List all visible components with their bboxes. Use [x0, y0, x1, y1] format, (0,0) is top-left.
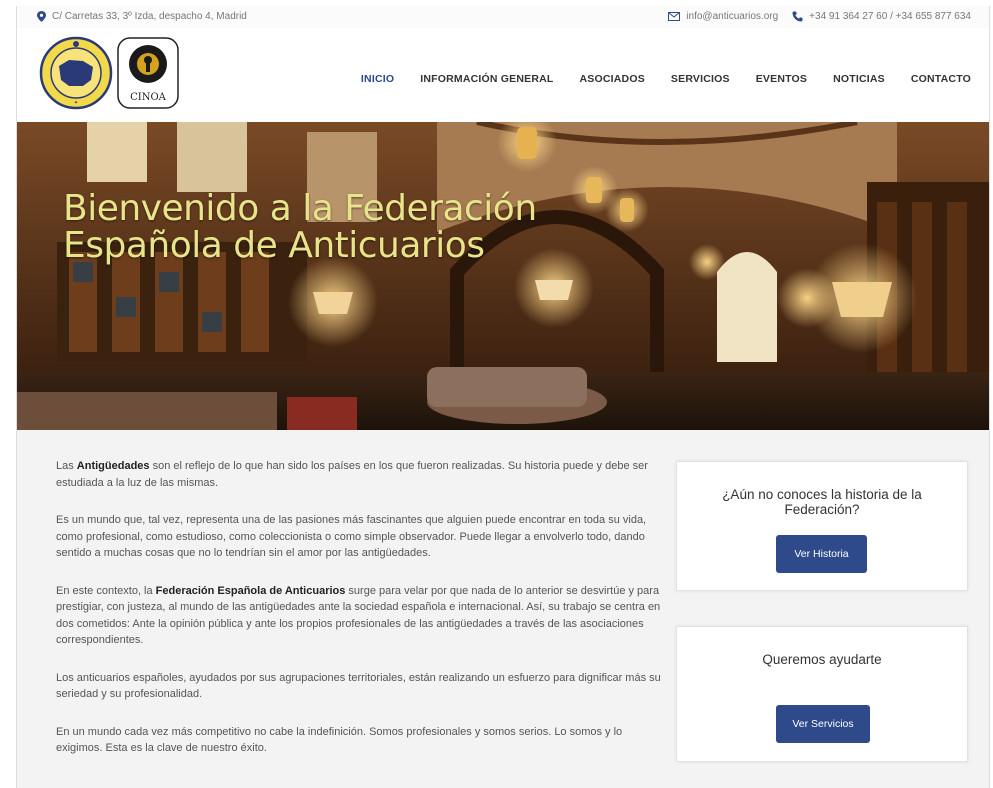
help-card: Queremos ayudarte Ver Servicios [676, 626, 968, 762]
paragraph-4: Los anticuarios españoles, ayudados por … [56, 671, 661, 701]
hero-banner: Bienvenido a la Federación Española de A… [17, 122, 989, 430]
nav-item-informacion-general[interactable]: INFORMACIÓN GENERAL [420, 73, 553, 85]
main-nav: INICIO INFORMACIÓN GENERAL ASOCIADOS SER… [361, 73, 971, 85]
nav-item-contacto[interactable]: CONTACTO [911, 73, 971, 85]
envelope-icon [668, 12, 681, 21]
paragraph-2: Es un mundo que, tal vez, representa una… [56, 514, 647, 559]
address-info: C/ Carretas 33, 3º Izda, despacho 4, Mad… [37, 11, 247, 22]
email-link[interactable]: info@anticuarios.org [686, 11, 778, 22]
svg-text:✦: ✦ [74, 100, 78, 106]
hero-title: Bienvenido a la Federación Española de A… [63, 188, 537, 266]
ver-historia-button[interactable]: Ver Historia [776, 535, 867, 573]
phone-icon [792, 11, 803, 22]
page-frame: C/ Carretas 33, 3º Izda, despacho 4, Mad… [16, 6, 990, 788]
top-bar: C/ Carretas 33, 3º Izda, despacho 4, Mad… [17, 6, 989, 28]
contact-info: info@anticuarios.org +34 91 364 27 60 / … [668, 11, 971, 22]
nav-item-servicios[interactable]: SERVICIOS [671, 73, 730, 85]
help-card-title: Queremos ayudarte [762, 652, 882, 667]
antiguedades-bold: Antigüedades [76, 460, 150, 472]
address-text: C/ Carretas 33, 3º Izda, despacho 4, Mad… [52, 11, 247, 22]
phone-text[interactable]: +34 91 364 27 60 / +34 655 877 634 [809, 11, 971, 22]
paragraph-1: Las Antigüedades son el reflejo de lo qu… [56, 460, 648, 489]
federation-seal-logo[interactable]: ✦ [39, 36, 113, 110]
ver-servicios-button[interactable]: Ver Servicios [776, 705, 870, 743]
cinoa-logo[interactable]: CINOA [117, 37, 179, 109]
library-hall-image [17, 122, 989, 430]
paragraph-5: En un mundo cada vez más competitivo no … [56, 725, 623, 755]
cinoa-logo-text: CINOA [130, 92, 167, 103]
history-card: ¿Aún no conoces la historia de la Federa… [676, 461, 968, 591]
nav-item-noticias[interactable]: NOTICIAS [833, 73, 885, 85]
nav-item-eventos[interactable]: EVENTOS [756, 73, 807, 85]
intro-text: Las Antigüedades son el reflejo de lo qu… [56, 458, 666, 778]
map-pin-icon [37, 11, 46, 22]
site-header: ✦ CINOA INICIO INFORMACIÓN GENERAL ASOCI… [17, 28, 989, 122]
nav-item-inicio[interactable]: INICIO [361, 73, 394, 85]
paragraph-3: En este contexto, la Federación Española… [56, 584, 661, 647]
nav-item-asociados[interactable]: ASOCIADOS [580, 73, 645, 85]
federation-name-bold: Federación Española de Anticuarios [155, 584, 346, 597]
history-card-title: ¿Aún no conoces la historia de la Federa… [722, 487, 922, 517]
